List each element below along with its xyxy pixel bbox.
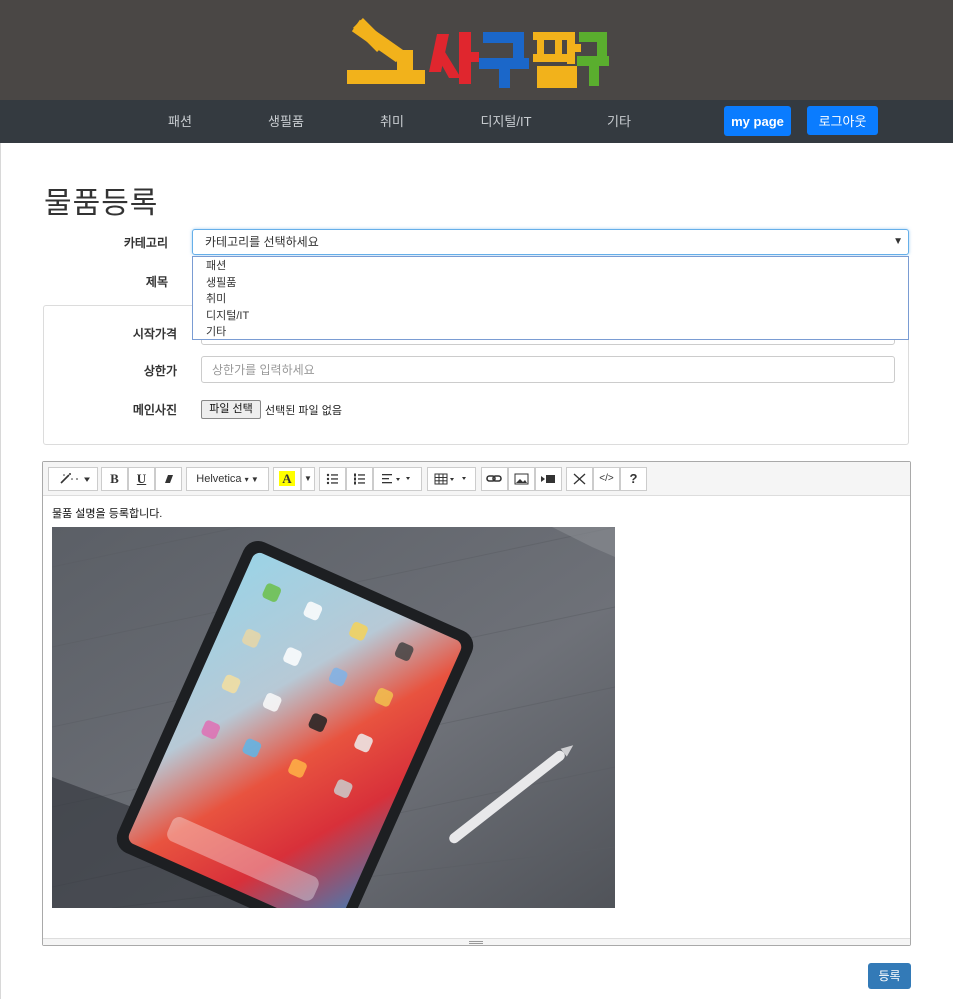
main-nav: 패션 생필품 취미 디지털/IT 기타 my page 로그아웃 [0,100,953,143]
font-family-value: Helvetica [196,473,242,485]
grip-icon [469,941,483,944]
max-price-label: 상한가 [143,364,177,378]
caret-down-icon: ▼ [304,474,312,483]
caret-down-icon: ▾ ▼ [244,475,259,484]
start-price-label: 시작가격 [132,327,177,341]
nav-item-hobby[interactable]: 취미 [370,100,414,143]
text-color-button[interactable]: A [273,467,301,491]
editor-resize-handle[interactable] [43,938,910,945]
editor-content-text: 물품 설명을 등록합니다. [52,508,163,520]
insert-video-button[interactable] [535,467,562,491]
align-left-icon [382,474,410,484]
category-option-etc[interactable]: 기타 [193,324,908,341]
text-color-dropdown[interactable]: ▼ [301,467,315,491]
category-dropdown-list: 패션 생필품 취미 디지털/IT 기타 [192,256,909,340]
editor-toolbar: B U Helvetica ▾ ▼ A ▼ </> ? [43,462,910,496]
category-selected-value: 카테고리를 선택하세요 [205,235,319,249]
file-select-button[interactable]: 파일 선택 [201,400,261,419]
table-icon [434,473,466,485]
category-option-digital-it[interactable]: 디지털/IT [193,308,908,325]
site-logo[interactable] [345,12,610,92]
insert-picture-button[interactable] [508,467,535,491]
magic-wand-icon [60,473,90,484]
insert-link-button[interactable] [481,467,508,491]
category-option-fashion[interactable]: 패션 [193,258,908,275]
nav-item-daily-goods[interactable]: 생필품 [258,100,314,143]
numbered-list-icon [354,473,365,485]
nav-item-fashion[interactable]: 패션 [158,100,202,143]
file-status: 선택된 파일 없음 [265,405,342,417]
eraser-icon [165,475,173,483]
font-family-dropdown[interactable]: Helvetica ▾ ▼ [186,467,269,491]
clear-format-button[interactable] [155,467,182,491]
category-option-daily-goods[interactable]: 생필품 [193,275,908,292]
category-option-hobby[interactable]: 취미 [193,291,908,308]
my-page-button[interactable]: my page [724,106,791,136]
logout-button[interactable]: 로그아웃 [807,106,878,135]
page-border [0,143,1,999]
bold-button[interactable]: B [101,467,128,491]
fullscreen-button[interactable] [566,467,593,491]
paragraph-align-dropdown[interactable] [373,467,422,491]
bullet-list-icon [326,473,338,485]
category-label: 카테고리 [123,236,168,250]
nav-item-digital-it[interactable]: 디지털/IT [470,100,542,143]
page-title: 물품등록 [44,187,159,220]
product-photo [52,527,615,908]
video-icon [541,475,555,483]
highlight-letter: A [279,471,295,486]
fullscreen-icon [573,473,586,485]
help-button[interactable]: ? [620,467,647,491]
rich-text-editor: B U Helvetica ▾ ▼ A ▼ </> ? 물품 설명을 등록합니다… [42,461,911,946]
max-price-input[interactable] [201,356,895,383]
link-icon [486,475,502,482]
category-select[interactable]: 카테고리를 선택하세요 ▼ [192,229,909,255]
code-view-button[interactable]: </> [593,467,620,491]
ordered-list-button[interactable] [346,467,373,491]
title-label: 제목 [145,275,168,289]
picture-icon [514,473,529,485]
header-banner [0,0,953,100]
underline-button[interactable]: U [128,467,155,491]
chevron-down-icon: ▼ [893,236,903,247]
main-photo-label: 메인사진 [132,403,177,417]
unordered-list-button[interactable] [319,467,346,491]
submit-button[interactable]: 등록 [868,963,911,989]
magic-wand-style-button[interactable] [48,467,98,491]
table-dropdown[interactable] [427,467,476,491]
nav-item-etc[interactable]: 기타 [597,100,641,143]
